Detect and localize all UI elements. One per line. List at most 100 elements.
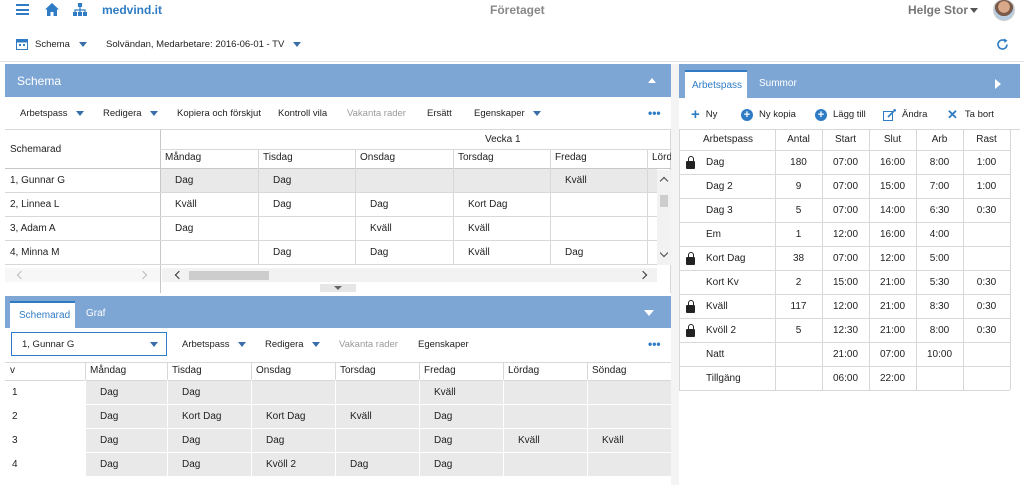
avatar[interactable] bbox=[993, 0, 1015, 21]
schema-cell[interactable]: Dag bbox=[175, 175, 193, 186]
redigera-menu[interactable]: Redigera bbox=[265, 328, 320, 360]
week-row-shade bbox=[85, 453, 671, 476]
andra-button[interactable]: Ändra bbox=[883, 100, 927, 129]
week-day-cell[interactable]: Dag bbox=[100, 411, 118, 422]
week-day-cell[interactable]: Dag bbox=[100, 387, 118, 398]
week-number: 2 bbox=[12, 411, 18, 422]
ny-kopia-button[interactable]: + Ny kopia bbox=[741, 100, 796, 129]
arbetspass-name[interactable]: Kort Dag bbox=[706, 253, 745, 264]
vertical-scrollbar[interactable] bbox=[657, 170, 671, 265]
lagg-till-button[interactable]: + Lägg till bbox=[815, 100, 866, 129]
schemarad-select[interactable]: 1, Gunnar G bbox=[11, 332, 167, 356]
arbetspass-start: 06:00 bbox=[832, 373, 859, 384]
week-day-cell[interactable]: Kvöll 2 bbox=[266, 459, 296, 470]
schema-cell[interactable]: Dag bbox=[273, 247, 291, 258]
splitter-handle-icon[interactable] bbox=[320, 284, 356, 292]
arbetspass-name[interactable]: Kort Kv bbox=[706, 277, 739, 288]
arbetspass-name[interactable]: Em bbox=[706, 229, 721, 240]
arbetspass-start: 12:00 bbox=[832, 301, 859, 312]
collapse-icon[interactable] bbox=[644, 310, 654, 316]
kopiera-button[interactable]: Kopiera och förskjut bbox=[177, 97, 261, 129]
arbetspass-name[interactable]: Dag 3 bbox=[706, 205, 733, 216]
week-day-cell[interactable]: Kort Dag bbox=[182, 411, 221, 422]
schema-cell[interactable]: Kväll bbox=[565, 175, 587, 186]
week-day-cell[interactable]: Dag bbox=[350, 459, 368, 470]
context-selector[interactable]: Solvändan, Medarbetare: 2016-06-01 - TV bbox=[106, 39, 301, 50]
arbetspass-name[interactable]: Dag bbox=[706, 157, 724, 168]
arbetspass-name[interactable]: Tillgäng bbox=[706, 373, 741, 384]
brand-logo[interactable]: medvind.it bbox=[102, 3, 162, 17]
week-day-cell[interactable]: Dag bbox=[266, 435, 284, 446]
menu-icon[interactable] bbox=[16, 4, 29, 15]
arbetspass-arb: 6:30 bbox=[929, 205, 950, 216]
egenskaper-menu[interactable]: Egenskaper bbox=[474, 97, 541, 129]
vakanta-rader-button[interactable]: Vakanta rader bbox=[347, 97, 406, 129]
user-menu-chevron-icon[interactable] bbox=[970, 8, 978, 13]
week-day-cell[interactable]: Kväll bbox=[434, 387, 456, 398]
user-name[interactable]: Helge Stor bbox=[908, 3, 968, 17]
schema-cell[interactable]: Dag bbox=[370, 199, 388, 210]
kontroll-vila-button[interactable]: Kontroll vila bbox=[278, 97, 327, 129]
tab-schemarad[interactable]: Schemarad bbox=[10, 301, 75, 328]
week-day-cell[interactable]: Dag bbox=[182, 435, 200, 446]
arbetspass-slut: 16:00 bbox=[879, 229, 906, 240]
schema-row-name[interactable]: 2, Linnea L bbox=[10, 199, 60, 210]
schema-cell[interactable]: Kväll bbox=[175, 199, 197, 210]
schema-row-name[interactable]: 4, Minna M bbox=[10, 247, 59, 258]
tab-arbetspass[interactable]: Arbetspass bbox=[685, 70, 747, 98]
week-day-cell[interactable]: Dag bbox=[434, 459, 452, 470]
refresh-icon[interactable] bbox=[996, 38, 1009, 51]
week-day-cell[interactable]: Kort Dag bbox=[266, 411, 305, 422]
tab-summor[interactable]: Summor bbox=[759, 78, 797, 89]
week-day-cell[interactable]: Dag bbox=[182, 387, 200, 398]
egenskaper-button[interactable]: Egenskaper bbox=[418, 328, 469, 360]
arbetspass-name[interactable]: Kvöll 2 bbox=[706, 325, 736, 336]
schema-row-name[interactable]: 1, Gunnar G bbox=[10, 175, 65, 186]
close-icon: ✕ bbox=[947, 106, 958, 122]
ersatt-button[interactable]: Ersätt bbox=[427, 97, 452, 129]
ta-bort-button[interactable]: ✕ Ta bort bbox=[947, 100, 994, 129]
arbetspass-name[interactable]: Natt bbox=[706, 349, 724, 360]
grid-horizontal-scrollbar[interactable] bbox=[162, 268, 657, 282]
names-horizontal-scrollbar[interactable] bbox=[5, 268, 160, 282]
org-chart-icon[interactable] bbox=[73, 3, 87, 16]
week-day-cell[interactable]: Dag bbox=[100, 459, 118, 470]
week-day-cell[interactable]: Kväll bbox=[350, 411, 372, 422]
week-day-cell[interactable]: Kväll bbox=[518, 435, 540, 446]
ny-button[interactable]: + Ny bbox=[691, 100, 717, 129]
schema-row-name[interactable]: 3, Adam A bbox=[10, 223, 56, 234]
schema-cell[interactable]: Dag bbox=[273, 199, 291, 210]
arbetspass-menu[interactable]: Arbetspass bbox=[182, 328, 246, 360]
expand-right-icon[interactable] bbox=[995, 79, 1001, 89]
schema-panel: Schema Arbetspass Redigera Kopiera och f… bbox=[5, 64, 671, 293]
schema-cell[interactable]: Kväll bbox=[468, 223, 490, 234]
schema-cell[interactable]: Dag bbox=[370, 247, 388, 258]
week-day-cell[interactable]: Dag bbox=[182, 459, 200, 470]
column-header: Lördag bbox=[508, 365, 540, 376]
schema-cell[interactable]: Dag bbox=[273, 175, 291, 186]
schema-cell[interactable]: Kväll bbox=[370, 223, 392, 234]
week-day-cell[interactable]: Dag bbox=[434, 411, 452, 422]
more-icon[interactable]: ••• bbox=[648, 328, 661, 360]
week-day-cell[interactable]: Dag bbox=[100, 435, 118, 446]
more-icon[interactable]: ••• bbox=[648, 97, 661, 129]
schema-cell[interactable]: Kort Dag bbox=[468, 199, 507, 210]
schema-cell[interactable]: Dag bbox=[175, 223, 193, 234]
redigera-menu[interactable]: Redigera bbox=[103, 97, 158, 129]
arbetspass-table: Arbetspass Antal Start Slut Arb Rast Dag 180 07:… bbox=[679, 130, 1020, 460]
arbetspass-name[interactable]: Kväll bbox=[706, 301, 728, 312]
panel-divider bbox=[671, 64, 679, 485]
arbetspass-name[interactable]: Dag 2 bbox=[706, 181, 733, 192]
collapse-icon[interactable] bbox=[648, 78, 656, 83]
vakanta-rader-button[interactable]: Vakanta rader bbox=[339, 328, 398, 360]
module-selector[interactable]: Schema bbox=[35, 39, 87, 50]
schema-cell[interactable]: Dag bbox=[565, 247, 583, 258]
tab-graf[interactable]: Graf bbox=[86, 308, 105, 319]
week-day-cell[interactable]: Kväll bbox=[602, 435, 624, 446]
schema-cell[interactable]: Kväll bbox=[468, 247, 490, 258]
week-day-cell[interactable]: Dag bbox=[434, 435, 452, 446]
home-icon[interactable] bbox=[45, 3, 59, 16]
chevron-down-icon bbox=[75, 110, 84, 116]
arbetspass-menu[interactable]: Arbetspass bbox=[20, 97, 84, 129]
plus-circle-icon: + bbox=[741, 108, 753, 121]
